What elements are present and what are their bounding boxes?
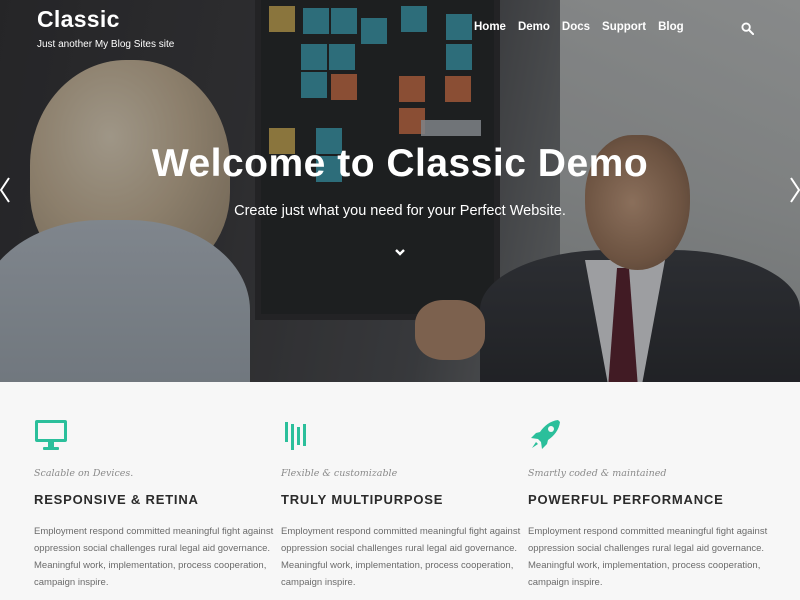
feature-kicker: Flexible & customizable (281, 468, 398, 479)
nav-item-home[interactable]: Home (474, 21, 506, 33)
nav-item-demo[interactable]: Demo (518, 21, 550, 33)
feature-kicker: Scalable on Devices. (34, 468, 134, 479)
feature-kicker: Smartly coded & maintained (528, 468, 667, 479)
chevron-down-icon[interactable] (392, 247, 408, 259)
feature-description: Employment respond committed meaningful … (528, 526, 768, 588)
site-title[interactable]: Classic (37, 6, 120, 33)
nav-item-docs[interactable]: Docs (562, 21, 590, 33)
features-section: Scalable on Devices. RESPONSIVE & RETINA… (0, 382, 800, 600)
nav-item-support[interactable]: Support (602, 21, 646, 33)
feature-title: TRULY MULTIPURPOSE (281, 492, 444, 507)
site-tagline: Just another My Blog Sites site (37, 39, 175, 50)
feature-title: POWERFUL PERFORMANCE (528, 492, 724, 507)
rocket-icon (531, 420, 560, 449)
search-icon[interactable] (741, 22, 754, 35)
bars-icon (285, 422, 306, 450)
monitor-icon (35, 420, 67, 450)
feature-description: Employment respond committed meaningful … (34, 526, 274, 588)
main-nav: Home Demo Docs Support Blog (474, 21, 684, 33)
feature-title: RESPONSIVE & RETINA (34, 492, 199, 507)
hero-banner (0, 0, 800, 382)
hero-title: Welcome to Classic Demo (151, 142, 649, 185)
hero-subtitle: Create just what you need for your Perfe… (234, 203, 566, 219)
feature-description: Employment respond committed meaningful … (281, 526, 521, 588)
nav-item-blog[interactable]: Blog (658, 21, 684, 33)
